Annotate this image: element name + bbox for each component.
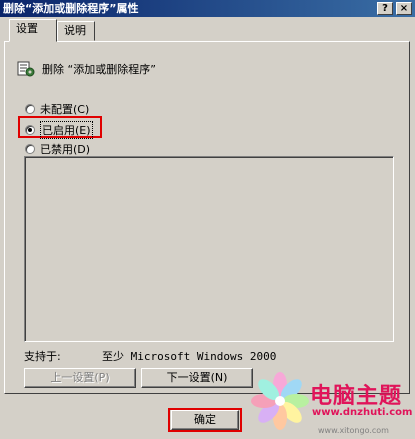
option-disabled[interactable]: 已禁用 (D) xyxy=(25,141,90,157)
option-not-configured-hotkey: C xyxy=(77,102,85,116)
previous-setting-label: 上一设置 xyxy=(50,371,95,384)
option-enabled[interactable]: 已启用(E) xyxy=(25,121,93,139)
option-details-box xyxy=(24,156,394,342)
policy-name: 删除 “添加或删除程序” xyxy=(42,63,156,76)
next-setting-label: 下一设置 xyxy=(166,371,211,384)
option-disabled-label: 已禁用 xyxy=(40,143,73,156)
radio-enabled[interactable] xyxy=(25,125,35,135)
policy-setting-icon xyxy=(17,61,35,77)
properties-dialog: 删除“添加或删除程序”属性 ? × 设置 说明 删除 “添加或删除程序” 未配置… xyxy=(0,0,415,439)
ok-button[interactable]: 确定 xyxy=(171,410,239,430)
flower-logo-icon xyxy=(251,372,309,430)
option-enabled-hotkey: E xyxy=(79,124,87,137)
previous-setting-button[interactable]: 上一设置(P) xyxy=(24,368,136,388)
supported-on-label: 支持于: xyxy=(24,350,61,363)
watermark-small-url: www.xitongo.com xyxy=(318,426,389,435)
option-disabled-hotkey: D xyxy=(77,142,86,156)
watermark-brand: 电脑主题 xyxy=(310,384,403,409)
radio-not-configured[interactable] xyxy=(25,104,35,114)
window-title: 删除“添加或删除程序”属性 xyxy=(3,2,139,15)
tab-explain-label: 说明 xyxy=(64,24,86,37)
option-enabled-label: 已启用 xyxy=(42,124,75,137)
watermark: 电脑主题 www.dnzhuti.com www.xitongo.com xyxy=(246,362,415,439)
radio-disabled[interactable] xyxy=(25,144,35,154)
ok-label: 确定 xyxy=(194,413,216,426)
option-not-configured[interactable]: 未配置 (C) xyxy=(25,101,89,117)
previous-setting-hotkey: P xyxy=(98,371,106,384)
tab-settings-label: 设置 xyxy=(16,22,38,35)
next-setting-hotkey: N xyxy=(214,371,224,384)
tab-explain[interactable]: 说明 xyxy=(57,21,95,41)
option-not-configured-label: 未配置 xyxy=(40,103,73,116)
watermark-url: www.dnzhuti.com xyxy=(312,407,413,418)
title-bar[interactable]: 删除“添加或删除程序”属性 ? × xyxy=(0,0,415,17)
next-setting-button[interactable]: 下一设置(N) xyxy=(141,368,253,388)
help-button[interactable]: ? xyxy=(377,2,393,15)
close-button[interactable]: × xyxy=(396,2,412,15)
tab-settings[interactable]: 设置 xyxy=(9,19,57,42)
